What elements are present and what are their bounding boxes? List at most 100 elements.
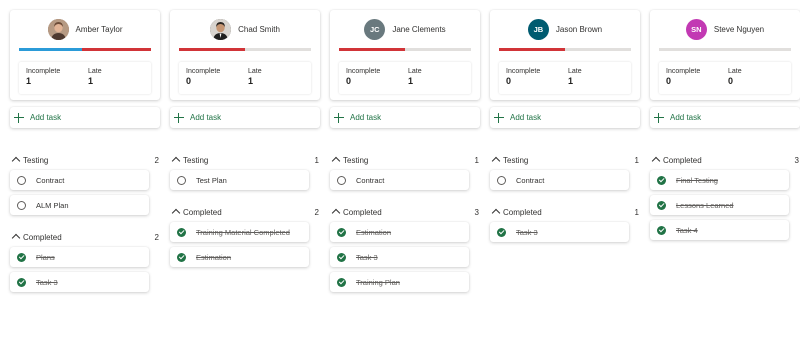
- add-task-label: Add task: [350, 113, 382, 122]
- progress-bar: [179, 48, 311, 51]
- task-card[interactable]: Task 3: [330, 247, 469, 267]
- add-task-button[interactable]: Add task: [650, 107, 800, 128]
- plus-icon: [494, 112, 504, 123]
- completed-check-icon[interactable]: [337, 277, 346, 287]
- progress-bar: [499, 48, 631, 51]
- plus-icon: [14, 112, 24, 123]
- chevron-up-icon: [651, 155, 661, 165]
- incomplete-count: 0: [506, 76, 512, 86]
- task-title: Plans: [36, 252, 55, 262]
- task-card[interactable]: Training Material Completed: [170, 222, 309, 242]
- group-count: 1: [634, 155, 639, 165]
- add-task-button[interactable]: Add task: [170, 107, 320, 128]
- task-card[interactable]: Training Plan: [330, 272, 469, 292]
- task-stats: Incomplete 0 Late 0: [659, 62, 791, 94]
- task-title: Task 4: [676, 225, 698, 235]
- task-card[interactable]: Plans: [10, 247, 149, 267]
- task-title: Final Testing: [676, 175, 718, 185]
- progress-bar: [659, 48, 791, 51]
- task-card[interactable]: Task 3: [10, 272, 149, 292]
- member-name: Steve Nguyen: [713, 24, 765, 34]
- chevron-up-icon: [171, 207, 181, 217]
- avatar[interactable]: JC: [364, 18, 386, 40]
- group-name: Testing: [343, 155, 369, 165]
- task-card[interactable]: Final Testing: [650, 170, 789, 190]
- group-header-completed[interactable]: Completed 2: [170, 206, 320, 218]
- group-count: 2: [154, 155, 159, 165]
- late-label: Late: [568, 68, 582, 75]
- group-count: 1: [634, 207, 639, 217]
- member-card: SN Steve Nguyen Incomplete 0 Late 0: [650, 10, 800, 100]
- task-card[interactable]: Contract: [330, 170, 469, 190]
- member-column: JB Jason Brown Incomplete 0 Late 1 Add task Tes…: [490, 10, 640, 242]
- task-card[interactable]: Contract: [10, 170, 149, 190]
- incomplete-stat: Incomplete 0: [506, 68, 540, 86]
- chad-photo-icon: [210, 18, 232, 40]
- avatar-initials: SN: [691, 24, 702, 34]
- chevron-up-icon: [11, 232, 21, 242]
- incomplete-circle-icon[interactable]: [337, 175, 346, 185]
- task-stats: Incomplete 1 Late 1: [19, 62, 151, 94]
- member-card: Chad Smith Incomplete 0 Late 1: [170, 10, 320, 100]
- task-card[interactable]: Estimation: [170, 247, 309, 267]
- progress-segment: [339, 48, 405, 51]
- avatar[interactable]: JB: [527, 18, 549, 40]
- group-name: Completed: [183, 207, 222, 217]
- incomplete-count: 0: [186, 76, 192, 86]
- incomplete-circle-icon[interactable]: [17, 175, 26, 185]
- add-task-button[interactable]: Add task: [490, 107, 640, 128]
- chevron-up-icon: [491, 155, 501, 165]
- add-task-button[interactable]: Add task: [330, 107, 480, 128]
- group-header-completed[interactable]: Completed 1: [490, 206, 640, 218]
- task-card[interactable]: Test Plan: [170, 170, 309, 190]
- completed-check-icon[interactable]: [17, 277, 26, 287]
- incomplete-circle-icon[interactable]: [17, 200, 26, 210]
- progress-segment: [19, 48, 83, 51]
- task-card[interactable]: Estimation: [330, 222, 469, 242]
- late-count: 1: [408, 76, 414, 86]
- group-name: Testing: [503, 155, 529, 165]
- group-name: Testing: [23, 155, 49, 165]
- group-header-testing[interactable]: Testing 1: [330, 154, 480, 166]
- task-card[interactable]: Contract: [490, 170, 629, 190]
- avatar-initials: JC: [370, 24, 380, 34]
- completed-check-icon[interactable]: [17, 252, 26, 262]
- avatar[interactable]: [47, 18, 69, 40]
- group-name: Testing: [183, 155, 209, 165]
- completed-check-icon[interactable]: [657, 175, 666, 185]
- group-header-testing[interactable]: Testing 2: [10, 154, 160, 166]
- group-header-completed[interactable]: Completed 3: [330, 206, 480, 218]
- incomplete-circle-icon[interactable]: [497, 175, 506, 185]
- group-count: 1: [474, 155, 479, 165]
- avatar[interactable]: [210, 18, 232, 40]
- group-header-testing[interactable]: Testing 1: [490, 154, 640, 166]
- late-count: 0: [728, 76, 734, 86]
- group-count: 2: [314, 207, 319, 217]
- task-stats: Incomplete 0 Late 1: [179, 62, 311, 94]
- task-card[interactable]: Task 4: [650, 220, 789, 240]
- completed-check-icon[interactable]: [177, 227, 186, 237]
- task-card[interactable]: ALM Plan: [10, 195, 149, 215]
- task-card[interactable]: Task 3: [490, 222, 629, 242]
- plus-icon: [174, 112, 184, 123]
- completed-check-icon[interactable]: [337, 252, 346, 262]
- late-stat: Late 1: [408, 68, 422, 86]
- completed-check-icon[interactable]: [177, 252, 186, 262]
- member-card: Amber Taylor Incomplete 1 Late 1: [10, 10, 160, 100]
- group-header-testing[interactable]: Testing 1: [170, 154, 320, 166]
- add-task-button[interactable]: Add task: [10, 107, 160, 128]
- completed-check-icon[interactable]: [337, 227, 346, 237]
- incomplete-circle-icon[interactable]: [177, 175, 186, 185]
- avatar[interactable]: SN: [685, 18, 707, 40]
- completed-check-icon[interactable]: [497, 227, 506, 237]
- progress-segment: [499, 48, 565, 51]
- late-stat: Late 1: [568, 68, 582, 86]
- group-header-completed[interactable]: Completed 2: [10, 231, 160, 243]
- completed-check-icon[interactable]: [657, 200, 666, 210]
- task-card[interactable]: Lessons Learned: [650, 195, 789, 215]
- completed-check-icon[interactable]: [657, 225, 666, 235]
- plus-icon: [334, 112, 344, 123]
- group-header-completed[interactable]: Completed 3: [650, 154, 800, 166]
- progress-segment: [82, 48, 151, 51]
- chevron-up-icon: [331, 155, 341, 165]
